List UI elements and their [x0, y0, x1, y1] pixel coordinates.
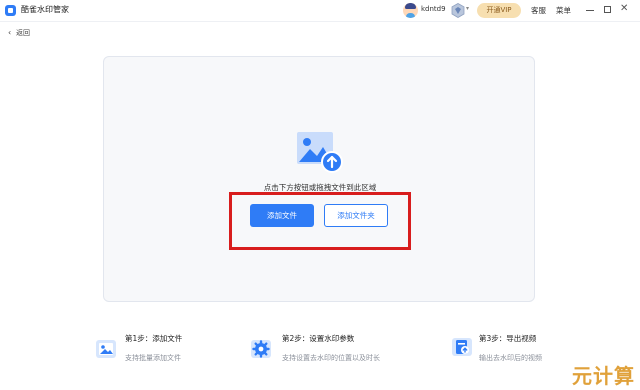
close-icon[interactable]: ✕ — [620, 2, 628, 16]
step-3-desc: 输出去水印后的视频 — [479, 354, 542, 362]
export-icon — [452, 338, 472, 356]
app-title: 酷雀水印管家 — [21, 5, 69, 14]
username[interactable]: kdntd9 — [421, 5, 446, 13]
step-1-title: 第1步：添加文件 — [125, 334, 183, 343]
step-3-title: 第3步：导出视频 — [479, 334, 537, 343]
gear-icon — [251, 340, 271, 358]
upload-image-icon — [297, 132, 343, 173]
vip-badge-icon[interactable] — [451, 3, 465, 18]
back-button[interactable]: 返回 — [16, 28, 30, 38]
vip-dropdown-icon[interactable]: ▾ — [466, 5, 469, 12]
menu-button[interactable]: 菜单 — [556, 5, 571, 16]
step-2-title: 第2步：设置水印参数 — [282, 334, 355, 343]
file-drop-area[interactable] — [103, 56, 535, 302]
app-logo-icon — [5, 5, 16, 16]
title-bar: 酷雀水印管家 kdntd9 ▾ 开通VIP 客服 菜单 ✕ — [0, 0, 640, 22]
step-2-desc: 支持设置去水印的位置以及时长 — [282, 354, 380, 362]
open-vip-button[interactable]: 开通VIP — [477, 3, 521, 18]
maximize-icon[interactable] — [604, 6, 611, 13]
add-folder-button[interactable]: 添加文件夹 — [324, 204, 388, 227]
minimize-icon[interactable] — [586, 10, 594, 11]
user-avatar[interactable] — [403, 3, 418, 18]
customer-service-button[interactable]: 客服 — [531, 5, 546, 16]
back-arrow-icon[interactable]: ‹ — [8, 28, 11, 37]
image-file-icon — [96, 340, 116, 358]
watermark-text: 元计算 — [572, 364, 635, 388]
step-1-desc: 支持批量添加文件 — [125, 354, 181, 362]
add-file-button[interactable]: 添加文件 — [250, 204, 314, 227]
